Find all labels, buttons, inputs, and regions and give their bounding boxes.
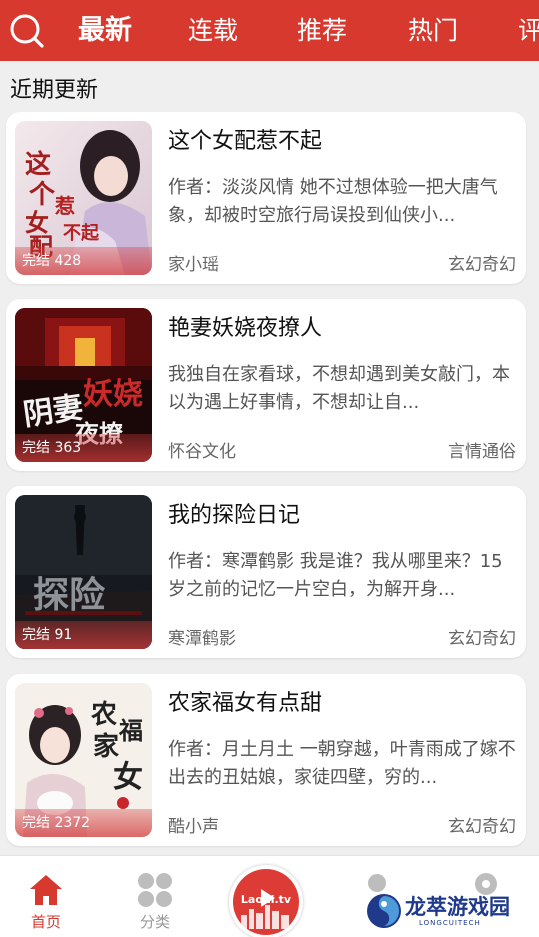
svg-text:妖娆: 妖娆 <box>83 377 143 412</box>
center-logo-text: Laohi.tv <box>240 893 292 906</box>
book-description: 作者：淡淡风情 她不过想体验一把大唐气象，却被时空旅行局误投到仙侠小... <box>168 177 498 226</box>
book-author: 家小瑶 <box>168 255 219 275</box>
book-title: 农家福女有点甜 <box>168 691 323 716</box>
status-badge: 完结 363 <box>15 434 152 462</box>
book-author: 酷小声 <box>168 817 219 837</box>
book-card[interactable]: 这 个 女 配 惹 不起 完结 428 这个女配惹不起 作者：淡淡风情 她不过想… <box>6 112 526 284</box>
book-card[interactable]: 阴妻 妖娆 夜撩 完结 363 艳妻妖娆夜撩人 我独自在家看球，不想却遇到美女敲… <box>6 299 526 471</box>
play-icon: Laohi.tv <box>233 869 299 935</box>
section-title: 近期更新 <box>10 78 99 103</box>
book-genre: 言情通俗 <box>448 442 516 462</box>
home-icon <box>30 875 62 905</box>
svg-text:女: 女 <box>113 760 143 795</box>
category-icon <box>138 873 172 907</box>
book-title: 艳妻妖娆夜撩人 <box>168 316 323 341</box>
svg-text:家: 家 <box>93 731 119 762</box>
book-cover: 阴妻 妖娆 夜撩 完结 363 <box>15 308 152 462</box>
book-genre: 玄幻奇幻 <box>448 255 516 275</box>
book-card[interactable]: 农 家 福 女 完结 2372 农家福女有点甜 作者：月土月土 一朝穿越，叶青雨… <box>6 674 526 846</box>
book-description: 作者：寒潭鹤影 我是谁？我从哪里来？15岁之前的记忆一片空白，为解开身... <box>168 551 503 600</box>
status-badge: 完结 2372 <box>15 809 152 837</box>
center-play-button[interactable]: Laohi.tv <box>229 865 303 937</box>
longcui-logo-icon <box>367 894 401 928</box>
book-genre: 玄幻奇幻 <box>448 629 516 649</box>
search-button[interactable] <box>8 12 46 50</box>
watermark-title: 龙萃游戏园 <box>405 895 510 919</box>
book-title: 我的探险日记 <box>168 503 301 528</box>
tab-hot[interactable]: 热门 <box>408 0 458 61</box>
book-author: 怀谷文化 <box>168 442 236 462</box>
book-author: 寒潭鹤影 <box>168 629 236 649</box>
tab-recommended[interactable]: 推荐 <box>297 0 347 61</box>
search-icon <box>10 14 44 48</box>
nav-home-label: 首页 <box>30 913 61 931</box>
book-card[interactable]: 探险 完结 91 我的探险日记 作者：寒潭鹤影 我是谁？我从哪里来？15岁之前的… <box>6 486 526 658</box>
tab-review[interactable]: 评 <box>518 0 539 61</box>
nav-category-label: 分类 <box>139 913 170 931</box>
watermark-logo: 龙萃游戏园 LONGCUITECH <box>365 889 537 935</box>
book-genre: 玄幻奇幻 <box>448 817 516 837</box>
svg-text:福: 福 <box>118 717 143 745</box>
svg-text:探险: 探险 <box>33 575 106 616</box>
svg-text:惹: 惹 <box>55 194 75 218</box>
book-cover: 探险 完结 91 <box>15 495 152 649</box>
svg-text:个: 个 <box>29 180 56 210</box>
tab-latest[interactable]: 最新 <box>78 0 132 61</box>
svg-text:这: 这 <box>25 149 51 180</box>
status-badge: 完结 428 <box>15 247 152 275</box>
nav-home[interactable]: 首页 <box>6 856 86 937</box>
book-cover: 这 个 女 配 惹 不起 完结 428 <box>15 121 152 275</box>
book-title: 这个女配惹不起 <box>168 129 323 154</box>
book-description: 作者：月土月土 一朝穿越，叶青雨成了嫁不出去的丑姑娘，家徒四壁，穷的... <box>168 739 516 788</box>
tab-serializing[interactable]: 连载 <box>188 0 238 61</box>
svg-text:农: 农 <box>90 700 117 730</box>
top-bar: 最新 连载 推荐 热门 评 <box>0 0 539 61</box>
watermark-subtitle: LONGCUITECH <box>419 919 481 927</box>
status-badge: 完结 91 <box>15 621 152 649</box>
book-description: 我独自在家看球，不想却遇到美女敲门，本以为遇上好事情，不想却让自... <box>168 364 510 413</box>
book-cover: 农 家 福 女 完结 2372 <box>15 683 152 837</box>
nav-category[interactable]: 分类 <box>115 856 195 937</box>
svg-text:不起: 不起 <box>63 222 100 244</box>
